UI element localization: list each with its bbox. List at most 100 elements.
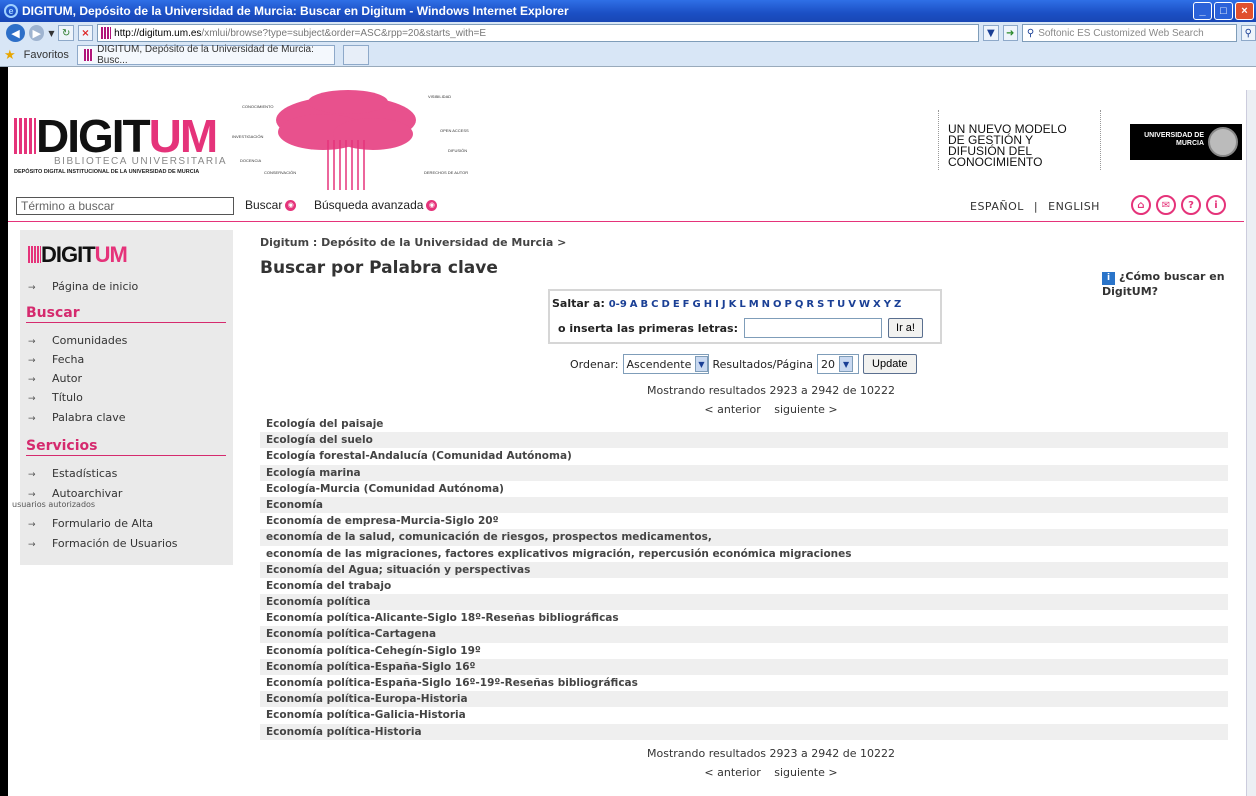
jump-letter-link[interactable]: I [715,299,719,310]
sidebar-item-estadisticas[interactable]: → Estadísticas [28,467,117,480]
jump-letter-link[interactable]: Z [894,299,901,310]
jump-letter-link[interactable]: V [848,299,856,310]
jump-letter-link[interactable]: T [827,299,834,310]
sidebar-item-home[interactable]: → Página de inicio [28,280,138,293]
result-link[interactable]: Economía política-Cehegín-Siglo 19º [260,643,1228,659]
maximize-button[interactable]: □ [1214,2,1233,20]
jump-letter-link[interactable]: W [859,299,870,310]
help-link[interactable]: i ¿Cómo buscar en DigitUM? [1102,270,1244,298]
lang-en-link[interactable]: ENGLISH [1048,200,1100,213]
jump-letter-link[interactable]: M [749,299,759,310]
refresh-icon[interactable]: ↻ [58,25,74,41]
site-search-row: Término a buscar Buscar ◉ Búsqueda avanza… [8,190,1244,222]
history-dropdown-icon[interactable]: ▼ [48,29,54,38]
jump-letter-link[interactable]: J [722,299,726,310]
jump-letter-link[interactable]: C [651,299,658,310]
result-link[interactable]: Ecología marina [260,464,1228,481]
sidebar-item-fecha[interactable]: → Fecha [28,353,84,366]
forward-button[interactable]: ▶ [29,25,45,41]
result-link[interactable]: Economía política-Historia [260,723,1228,740]
sidebar-item-formulario-alta[interactable]: → Formulario de Alta [28,517,153,530]
jump-letter-link[interactable]: R [806,299,814,310]
jump-letter-link[interactable]: L [739,299,745,310]
jump-letter-link[interactable]: E [673,299,680,310]
mail-icon[interactable]: ✉ [1156,195,1176,215]
result-link[interactable]: economía de las migraciones, factores ex… [260,546,1228,562]
url-input[interactable]: http://digitum.um.es /xmlui/browse?type=… [97,24,980,42]
university-logo[interactable]: UNIVERSIDAD DE MURCIA [1130,124,1242,160]
jump-letter-link[interactable]: X [873,299,881,310]
jump-letter-link[interactable]: N [762,299,770,310]
sidebar-item-label: Fecha [52,353,85,366]
prev-page-link[interactable]: < anterior [704,766,760,779]
jump-letter-link[interactable]: A [630,299,638,310]
jump-letter-link[interactable]: S [817,299,824,310]
result-link[interactable]: Economía política-España-Siglo 16º-19º-R… [260,675,1228,691]
info-icon[interactable]: i [1206,195,1226,215]
next-page-link[interactable]: siguiente > [774,403,837,416]
advanced-search-link[interactable]: Búsqueda avanzada ◉ [314,198,438,212]
jump-letter-link[interactable]: 0-9 [609,299,627,310]
result-link[interactable]: Ecología forestal-Andalucía (Comunidad A… [260,448,1228,464]
jump-letter-link[interactable]: G [693,299,701,310]
jump-letter-link[interactable]: K [729,299,737,310]
jump-letter-link[interactable]: F [683,299,690,310]
rpp-select[interactable]: 20 ▼ [817,354,860,374]
sidebar-item-autoarchivar[interactable]: → Autoarchivar usuarios autorizados [12,487,122,509]
result-link[interactable]: Economía política-Alicante-Siglo 18º-Res… [260,610,1228,626]
jump-letter-link[interactable]: B [641,299,649,310]
term-search-input[interactable]: Término a buscar [16,197,234,215]
next-page-link[interactable]: siguiente > [774,766,837,779]
go-arrow-icon[interactable]: ➜ [1002,25,1018,41]
web-search-input[interactable]: ⚲ Softonic ES Customized Web Search [1021,24,1237,42]
lang-separator: | [1033,200,1039,213]
jump-letter-link[interactable]: H [704,299,712,310]
jump-letter-link[interactable]: D [662,299,670,310]
favorites-button[interactable]: Favoritos [24,49,69,61]
result-link[interactable]: Ecología-Murcia (Comunidad Autónoma) [260,481,1228,497]
jump-letter-link[interactable]: O [773,299,782,310]
result-link[interactable]: Economía del Agua; situación y perspecti… [260,561,1228,578]
jump-letter-link[interactable]: Q [795,299,804,310]
jump-letter-link[interactable]: Y [884,299,891,310]
lang-es-link[interactable]: ESPAÑOL [970,200,1024,213]
minimize-button[interactable]: _ [1193,2,1212,20]
result-link[interactable]: Ecología del suelo [260,432,1228,449]
order-select[interactable]: Ascendente ▼ [622,354,709,374]
help-icon[interactable]: ? [1181,195,1201,215]
breadcrumb[interactable]: Digitum : Depósito de la Universidad de … [260,236,566,249]
sidebar-item-formacion-usuarios[interactable]: → Formación de Usuarios [28,537,178,550]
tree-word: CONSERVACIÓN [264,170,296,175]
prev-page-link[interactable]: < anterior [704,403,760,416]
go-button[interactable]: Ir a! [888,318,923,338]
search-go-icon[interactable]: ⚲ [1240,25,1256,41]
new-tab-button[interactable] [342,45,369,65]
jump-letter-link[interactable]: P [785,299,792,310]
result-link[interactable]: Ecología del paisaje [260,416,1228,432]
result-link[interactable]: Economía de empresa-Murcia-Siglo 20º [260,513,1228,529]
update-button[interactable]: Update [863,354,917,374]
favorites-star-icon[interactable]: ★ [4,47,16,63]
browser-tab[interactable]: DIGITUM, Depósito de la Universidad de M… [76,44,335,66]
result-link[interactable]: Economía política [260,594,1228,611]
result-link[interactable]: Economía política-Cartagena [260,626,1228,643]
home-icon[interactable]: ⌂ [1131,195,1151,215]
search-button[interactable]: Buscar ◉ [245,198,297,212]
page-scrollbar[interactable] [1246,90,1256,796]
stop-icon[interactable]: × [77,25,94,41]
sidebar-item-comunidades[interactable]: → Comunidades [28,334,127,347]
url-dropdown-icon[interactable]: ▼ [983,25,999,41]
jump-label: Saltar a: [552,297,605,310]
result-link[interactable]: Economía del trabajo [260,578,1228,594]
result-link[interactable]: Economía [260,496,1228,514]
close-button[interactable]: × [1235,2,1254,20]
sidebar-logo[interactable]: DIGITUM [28,242,128,268]
back-button[interactable]: ◀ [6,24,26,42]
result-link[interactable]: Economía política-Europa-Historia [260,691,1228,708]
starts-with-input[interactable] [744,318,883,338]
result-link[interactable]: Economía política-Galicia-Historia [260,707,1228,723]
digitum-logo[interactable]: DIGITUM BIBLIOTECA UNIVERSITARIA DEPÓSIT… [14,113,226,175]
result-link[interactable]: economía de la salud, comunicación de ri… [260,529,1228,546]
jump-letter-link[interactable]: U [837,299,845,310]
result-link[interactable]: Economía política-España-Siglo 16º [260,658,1228,675]
